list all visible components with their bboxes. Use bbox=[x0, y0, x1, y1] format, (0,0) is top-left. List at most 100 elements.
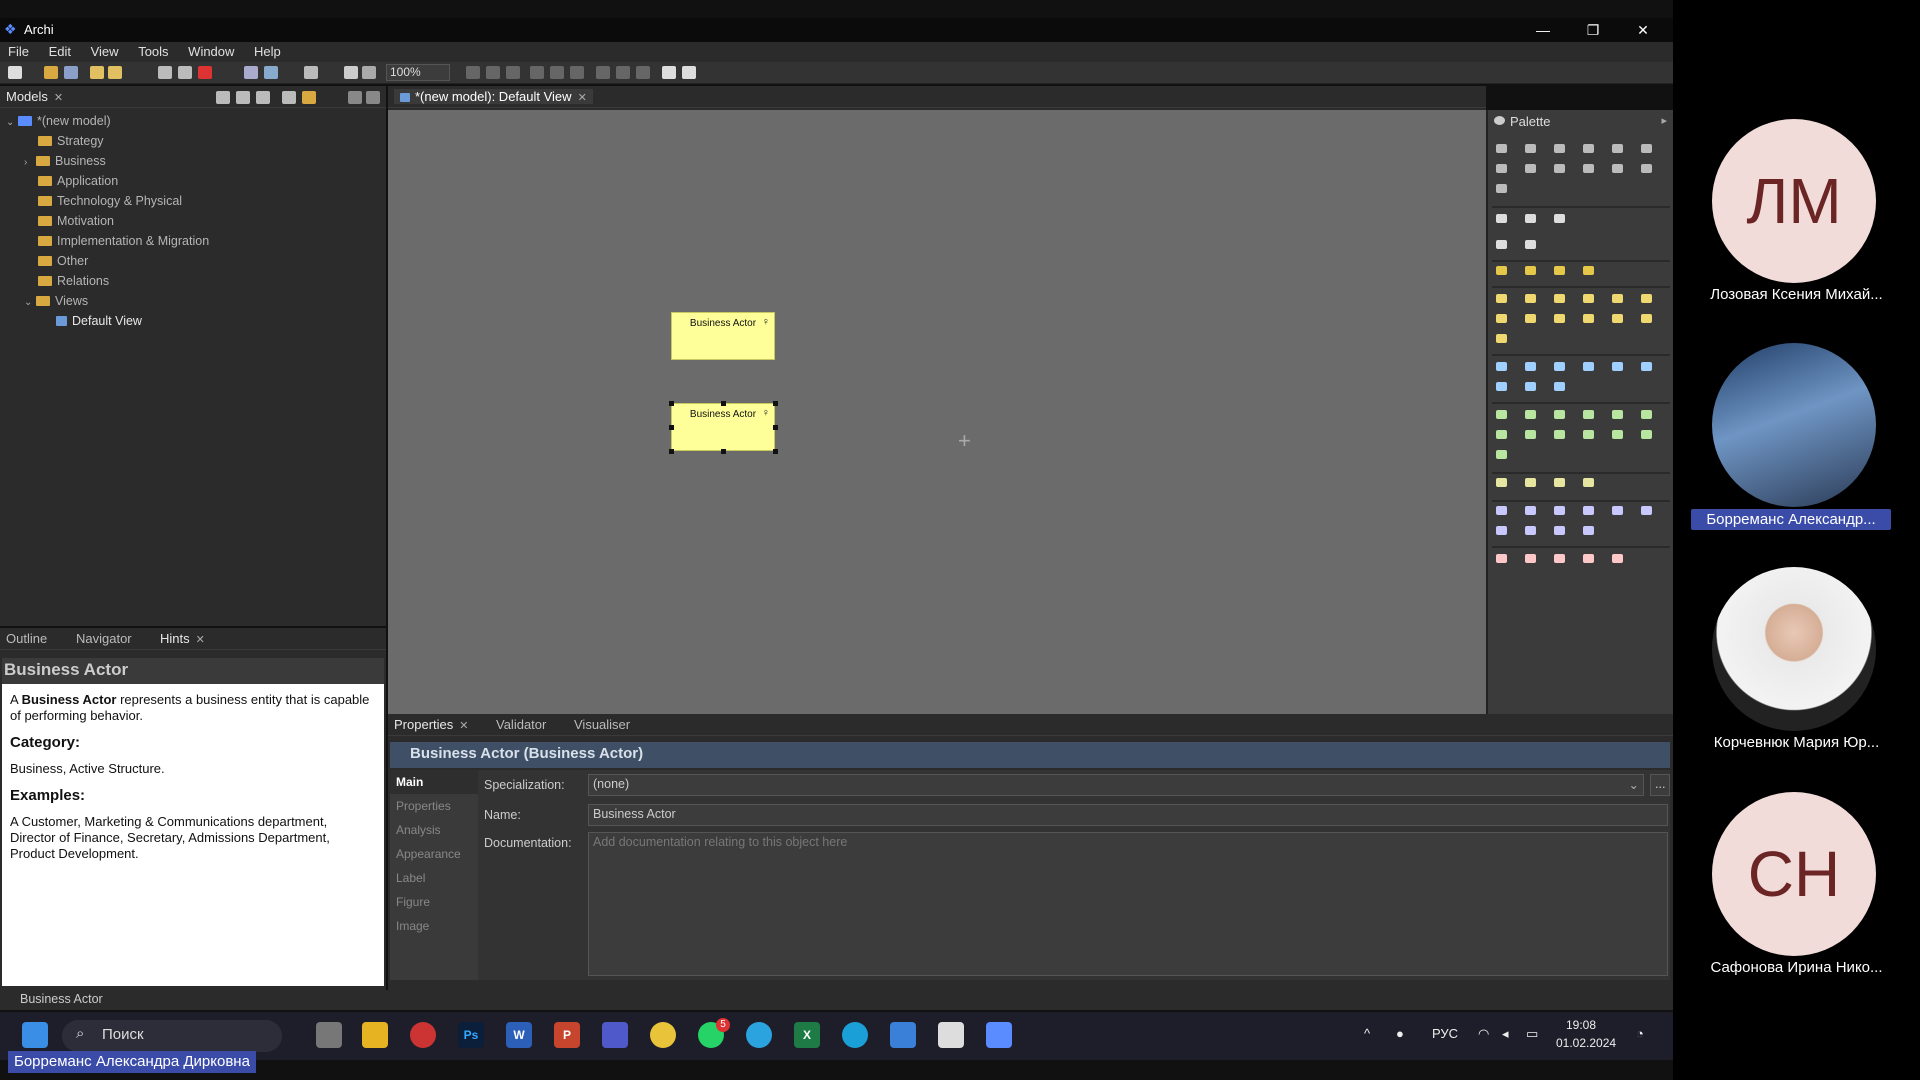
avatar[interactable]: СН bbox=[1712, 792, 1876, 956]
palette-tool-icon[interactable] bbox=[1525, 240, 1536, 249]
chrome-icon[interactable] bbox=[650, 1022, 676, 1048]
palette-tool-icon[interactable] bbox=[1496, 478, 1507, 487]
palette-tool-icon[interactable] bbox=[1583, 164, 1594, 173]
tab-visualiser[interactable]: Visualiser bbox=[574, 717, 630, 732]
copy-icon[interactable] bbox=[158, 66, 172, 79]
palette-tool-icon[interactable] bbox=[1612, 294, 1623, 303]
align-top-icon[interactable] bbox=[530, 66, 544, 79]
palette-tool-icon[interactable] bbox=[1496, 362, 1507, 371]
forward-icon[interactable] bbox=[256, 91, 270, 104]
palette-tool-icon[interactable] bbox=[1496, 526, 1507, 535]
palette-tool-icon[interactable] bbox=[1496, 240, 1507, 249]
section-properties[interactable]: Properties bbox=[390, 794, 478, 818]
resize-handle[interactable] bbox=[669, 449, 674, 454]
palette-tool-icon[interactable] bbox=[1554, 554, 1565, 563]
palette-tool-icon[interactable] bbox=[1641, 506, 1652, 515]
tree-folder-implementation[interactable]: Implementation & Migration bbox=[38, 231, 209, 251]
excel-icon[interactable]: X bbox=[794, 1022, 820, 1048]
clock-date[interactable]: 01.02.2024 bbox=[1556, 1036, 1616, 1050]
palette-tool-icon[interactable] bbox=[1641, 430, 1652, 439]
align-center-icon[interactable] bbox=[486, 66, 500, 79]
palette-tool-icon[interactable] bbox=[1525, 410, 1536, 419]
palette-tool-icon[interactable] bbox=[1612, 554, 1623, 563]
palette-tool-icon[interactable] bbox=[1641, 294, 1652, 303]
palette-tool-icon[interactable] bbox=[1583, 362, 1594, 371]
close-icon[interactable]: ✕ bbox=[459, 720, 468, 732]
bookmark-icon[interactable] bbox=[216, 91, 230, 104]
palette-tool-icon[interactable] bbox=[1554, 144, 1565, 153]
avatar-video[interactable] bbox=[1712, 567, 1876, 731]
minimize-button[interactable]: — bbox=[1520, 18, 1566, 42]
palette-tool-icon[interactable] bbox=[1525, 506, 1536, 515]
tab-navigator[interactable]: Navigator bbox=[76, 631, 132, 646]
resize-handle[interactable] bbox=[773, 401, 778, 406]
palette-tool-icon[interactable] bbox=[1612, 164, 1623, 173]
resize-handle[interactable] bbox=[721, 449, 726, 454]
properties-icon[interactable] bbox=[244, 66, 258, 79]
tab-outline[interactable]: Outline bbox=[6, 631, 47, 646]
line-color-icon[interactable] bbox=[682, 66, 696, 79]
palette-tool-icon[interactable] bbox=[1612, 144, 1623, 153]
palette-tool-icon[interactable] bbox=[1612, 506, 1623, 515]
tree-root[interactable]: ⌄ *(new model) bbox=[6, 111, 111, 131]
tab-default-view[interactable]: *(new model): Default View ✕ bbox=[394, 89, 593, 104]
palette-tool-icon[interactable] bbox=[1641, 410, 1652, 419]
palette-tool-icon[interactable] bbox=[1525, 526, 1536, 535]
resize-handle[interactable] bbox=[721, 401, 726, 406]
chevron-right-icon[interactable]: ▸ bbox=[1661, 114, 1667, 127]
tree-folder-relations[interactable]: Relations bbox=[38, 271, 109, 291]
microphone-icon[interactable]: ● bbox=[1396, 1026, 1404, 1041]
palette-tool-icon[interactable] bbox=[1496, 506, 1507, 515]
wifi-icon[interactable]: ◠ bbox=[1478, 1026, 1489, 1042]
teams-icon[interactable] bbox=[602, 1022, 628, 1048]
menu-file[interactable]: File bbox=[0, 42, 37, 59]
palette-tool-icon[interactable] bbox=[1496, 164, 1507, 173]
edge-icon[interactable] bbox=[842, 1022, 868, 1048]
powerpoint-icon[interactable]: P bbox=[554, 1022, 580, 1048]
palette-tool-icon[interactable] bbox=[1583, 266, 1594, 275]
palette-tool-icon[interactable] bbox=[1525, 478, 1536, 487]
info-icon[interactable] bbox=[344, 66, 358, 79]
palette-tool-icon[interactable] bbox=[1612, 314, 1623, 323]
palette-tool-icon[interactable] bbox=[1496, 144, 1507, 153]
palette-tool-icon[interactable] bbox=[1525, 214, 1536, 223]
menu-tools[interactable]: Tools bbox=[130, 42, 176, 59]
chevron-down-icon[interactable]: ⌄ bbox=[6, 113, 18, 133]
palette-tool-icon[interactable] bbox=[1612, 410, 1623, 419]
tab-hints[interactable]: Hints ✕ bbox=[160, 631, 205, 646]
resize-handle[interactable] bbox=[669, 401, 674, 406]
tree-folder-business[interactable]: › Business bbox=[24, 151, 106, 171]
palette-tool-icon[interactable] bbox=[1554, 382, 1565, 391]
word-icon[interactable]: W bbox=[506, 1022, 532, 1048]
tree-folder-technology[interactable]: Technology & Physical bbox=[38, 191, 182, 211]
delete-icon[interactable] bbox=[198, 66, 212, 79]
archi-icon[interactable] bbox=[986, 1022, 1012, 1048]
chevron-right-icon[interactable]: › bbox=[24, 153, 36, 173]
tree-view-default[interactable]: Default View bbox=[56, 311, 142, 331]
palette-tool-icon[interactable] bbox=[1612, 362, 1623, 371]
volume-icon[interactable]: ◂ bbox=[1502, 1026, 1509, 1042]
palette-tool-icon[interactable] bbox=[1496, 430, 1507, 439]
palette-tool-icon[interactable] bbox=[1554, 410, 1565, 419]
menu-window[interactable]: Window bbox=[180, 42, 242, 59]
palette-tool-icon[interactable] bbox=[1554, 214, 1565, 223]
palette-tool-icon[interactable] bbox=[1496, 410, 1507, 419]
palette-tool-icon[interactable] bbox=[1525, 164, 1536, 173]
tree-folder-other[interactable]: Other bbox=[38, 251, 88, 271]
palette-tool-icon[interactable] bbox=[1525, 362, 1536, 371]
back-icon[interactable] bbox=[236, 91, 250, 104]
close-icon[interactable]: ✕ bbox=[578, 92, 587, 104]
maximize-panel-icon[interactable] bbox=[366, 91, 380, 104]
menu-edit[interactable]: Edit bbox=[41, 42, 79, 59]
taskbar-search[interactable]: ⌕ Поиск bbox=[62, 1020, 282, 1052]
palette-tool-icon[interactable] bbox=[1525, 382, 1536, 391]
notifications-icon[interactable]: ◔ bbox=[1636, 1026, 1644, 1041]
section-figure[interactable]: Figure bbox=[390, 890, 478, 914]
palette-tool-icon[interactable] bbox=[1583, 144, 1594, 153]
palette-tool-icon[interactable] bbox=[1583, 410, 1594, 419]
palette-tool-icon[interactable] bbox=[1641, 362, 1652, 371]
diagram-canvas[interactable]: Business Actor ♀ Business Actor ♀ + bbox=[388, 110, 1486, 714]
open-icon[interactable] bbox=[44, 66, 58, 79]
photoshop-icon[interactable]: Ps bbox=[458, 1022, 484, 1048]
palette-tool-icon[interactable] bbox=[1496, 382, 1507, 391]
